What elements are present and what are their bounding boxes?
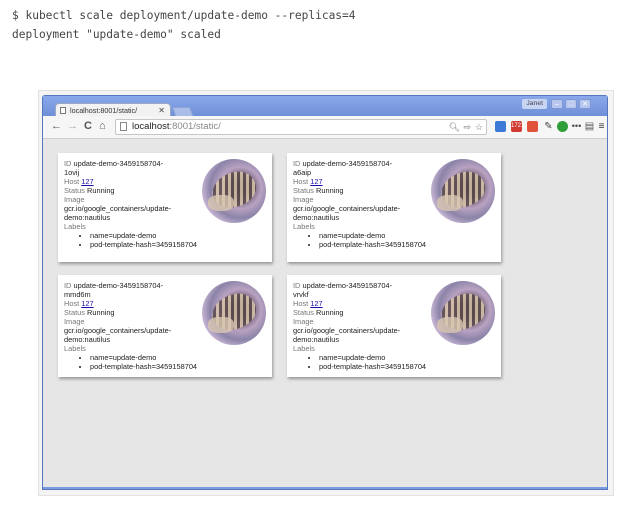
pod-id-suffix: a6aip bbox=[293, 168, 312, 177]
pod-card: ID update-demo-3459158704- vrvkf Host 12… bbox=[287, 275, 501, 377]
back-icon[interactable]: ← bbox=[51, 120, 62, 133]
bookmark-icon[interactable] bbox=[527, 121, 538, 132]
list-item: pod-template-hash=3459158704 bbox=[90, 240, 212, 249]
wrench-icon[interactable]: ✎ bbox=[543, 121, 554, 132]
list-item: pod-template-hash=3459158704 bbox=[319, 362, 441, 371]
address-bar[interactable]: localhost:8001/static/ 🔍︎ ⇨ ☆ bbox=[115, 119, 487, 135]
page-icon bbox=[60, 107, 66, 114]
nautilus-image bbox=[431, 159, 495, 223]
image-value: gcr.io/google_containers/update- bbox=[64, 204, 172, 213]
image-value-suffix: demo:nautilus bbox=[64, 213, 111, 222]
status-label: Status bbox=[64, 186, 85, 195]
host-label: Host bbox=[293, 299, 309, 308]
pod-id: update-demo-3459158704- bbox=[73, 159, 164, 168]
pod-status: Running bbox=[316, 186, 344, 195]
image-value-suffix: demo:nautilus bbox=[293, 335, 340, 344]
label-list: name=update-demo pod-template-hash=34591… bbox=[64, 353, 212, 371]
label-list: name=update-demo pod-template-hash=34591… bbox=[293, 353, 441, 371]
translate-icon[interactable]: ⇨ bbox=[463, 120, 471, 134]
search-icon[interactable]: 🔍︎ bbox=[449, 120, 460, 134]
forward-icon[interactable]: → bbox=[67, 120, 78, 133]
host-link[interactable]: 127 bbox=[310, 177, 322, 186]
pod-card: ID update-demo-3459158704- mmd6m Host 12… bbox=[58, 275, 272, 377]
id-label: ID bbox=[293, 281, 301, 290]
browser-tab[interactable]: localhost:8001/static/ ✕ bbox=[55, 103, 171, 116]
image-value-suffix: demo:nautilus bbox=[64, 335, 111, 344]
tab-title: localhost:8001/static/ bbox=[70, 106, 138, 115]
pod-id: update-demo-3459158704- bbox=[73, 281, 164, 290]
extension-round-icon[interactable] bbox=[557, 121, 568, 132]
user-badge[interactable]: Janet bbox=[522, 99, 547, 109]
label-list: name=update-demo pod-template-hash=34591… bbox=[64, 231, 212, 249]
url-text: localhost:8001/static/ bbox=[132, 120, 221, 134]
id-label: ID bbox=[293, 159, 301, 168]
image-value: gcr.io/google_containers/update- bbox=[293, 204, 401, 213]
url-host: localhost bbox=[132, 121, 170, 132]
browser-window: localhost:8001/static/ ✕ Janet – □ ✕ ← →… bbox=[42, 95, 608, 490]
list-item: pod-template-hash=3459158704 bbox=[90, 362, 212, 371]
list-item: name=update-demo bbox=[90, 231, 212, 240]
list-item: name=update-demo bbox=[90, 353, 212, 362]
image-value: gcr.io/google_containers/update- bbox=[293, 326, 401, 335]
star-icon[interactable]: ☆ bbox=[475, 120, 483, 134]
image-value: gcr.io/google_containers/update- bbox=[64, 326, 172, 335]
more-icon[interactable]: ••• bbox=[571, 121, 582, 132]
labels-label: Labels bbox=[293, 344, 315, 353]
image-value-suffix: demo:nautilus bbox=[293, 213, 340, 222]
host-label: Host bbox=[64, 177, 80, 186]
terminal-line: $ kubectl scale deployment/update-demo -… bbox=[12, 9, 356, 22]
host-label: Host bbox=[64, 299, 80, 308]
pod-id-suffix: mmd6m bbox=[64, 290, 91, 299]
home-icon[interactable]: ⌂ bbox=[99, 120, 106, 133]
reload-icon[interactable]: C bbox=[84, 120, 92, 133]
list-item: name=update-demo bbox=[319, 353, 441, 362]
close-window-icon[interactable]: ✕ bbox=[579, 99, 591, 109]
labels-label: Labels bbox=[64, 344, 86, 353]
label-list: name=update-demo pod-template-hash=34591… bbox=[293, 231, 441, 249]
labels-label: Labels bbox=[64, 222, 86, 231]
id-label: ID bbox=[64, 159, 72, 168]
pod-id: update-demo-3459158704- bbox=[302, 281, 393, 290]
pod-card: ID update-demo-3459158704- 1ovij Host 12… bbox=[58, 153, 272, 262]
host-link[interactable]: 127 bbox=[81, 299, 93, 308]
pod-id: update-demo-3459158704- bbox=[302, 159, 393, 168]
terminal-output: $ kubectl scale deployment/update-demo -… bbox=[12, 6, 356, 44]
host-link[interactable]: 127 bbox=[310, 299, 322, 308]
minimize-icon[interactable]: – bbox=[551, 99, 563, 109]
pod-status: Running bbox=[87, 186, 115, 195]
url-path: :8001/static/ bbox=[169, 121, 221, 132]
title-bar: localhost:8001/static/ ✕ Janet – □ ✕ bbox=[43, 96, 607, 118]
image-label: Image bbox=[293, 317, 314, 326]
maximize-icon[interactable]: □ bbox=[565, 99, 577, 109]
host-label: Host bbox=[293, 177, 309, 186]
pod-card: ID update-demo-3459158704- a6aip Host 12… bbox=[287, 153, 501, 262]
nautilus-image bbox=[202, 159, 266, 223]
terminal-line: deployment "update-demo" scaled bbox=[12, 28, 221, 41]
host-link[interactable]: 127 bbox=[81, 177, 93, 186]
list-item: name=update-demo bbox=[319, 231, 441, 240]
pod-status: Running bbox=[316, 308, 344, 317]
gmail-icon[interactable]: 1721 bbox=[511, 121, 524, 132]
reader-icon[interactable]: ▤ bbox=[584, 121, 595, 132]
status-label: Status bbox=[293, 308, 314, 317]
labels-label: Labels bbox=[293, 222, 315, 231]
pod-status: Running bbox=[87, 308, 115, 317]
list-item: pod-template-hash=3459158704 bbox=[319, 240, 441, 249]
extension-icon[interactable] bbox=[495, 121, 506, 132]
toolbar: ← → C ⌂ localhost:8001/static/ 🔍︎ ⇨ ☆ 17… bbox=[43, 116, 607, 139]
nautilus-image bbox=[431, 281, 495, 345]
status-label: Status bbox=[293, 186, 314, 195]
status-label: Status bbox=[64, 308, 85, 317]
pod-id-suffix: 1ovij bbox=[64, 168, 80, 177]
nautilus-image bbox=[202, 281, 266, 345]
image-label: Image bbox=[64, 317, 85, 326]
image-label: Image bbox=[64, 195, 85, 204]
page-icon bbox=[120, 122, 127, 131]
image-label: Image bbox=[293, 195, 314, 204]
menu-icon[interactable]: ≡ bbox=[596, 121, 607, 132]
id-label: ID bbox=[64, 281, 72, 290]
pod-id-suffix: vrvkf bbox=[293, 290, 309, 299]
page-viewport: ID update-demo-3459158704- 1ovij Host 12… bbox=[43, 139, 607, 489]
